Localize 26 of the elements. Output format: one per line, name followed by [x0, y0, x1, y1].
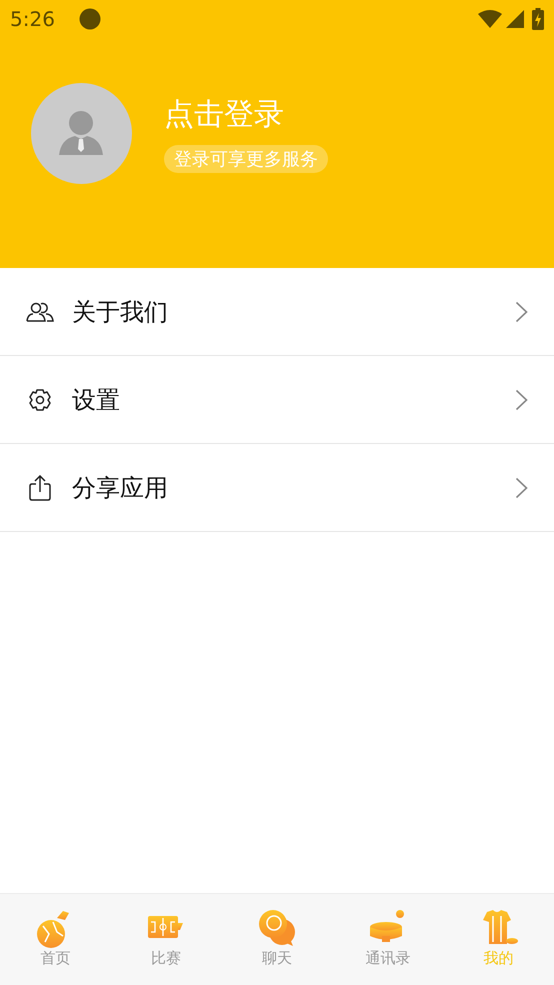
tab-label[interactable]: 比赛 — [151, 948, 182, 968]
chevron-right-icon — [515, 388, 528, 410]
login-title[interactable]: 点击登录 — [164, 94, 284, 134]
menu-label: 设置 — [72, 384, 121, 416]
status-time: 5:26 — [10, 7, 55, 31]
people-icon — [26, 300, 54, 322]
signal-icon — [506, 10, 524, 28]
wifi-icon — [478, 10, 502, 28]
chat-bubble-icon[interactable] — [256, 908, 297, 948]
notification-dot-icon — [78, 8, 101, 30]
tab-label[interactable]: 通讯录 — [365, 948, 410, 968]
tab-label[interactable]: 首页 — [40, 948, 70, 968]
menu-item[interactable]: 关于我们 — [0, 268, 554, 356]
tab-label[interactable]: 我的 — [484, 948, 514, 968]
menu-label: 分享应用 — [72, 472, 169, 504]
tab-label[interactable]: 聊天 — [262, 948, 292, 968]
share-icon — [29, 474, 51, 500]
avatar-icon[interactable] — [31, 82, 132, 184]
chevron-right-icon — [515, 476, 528, 498]
login-hint-badge: 登录可享更多服务 — [164, 144, 328, 172]
chevron-right-icon — [515, 300, 528, 322]
menu-item[interactable]: 分享应用 — [0, 444, 554, 532]
menu-item[interactable]: 设置 — [0, 356, 554, 444]
settings-icon — [28, 388, 52, 412]
battery-charging-icon — [532, 8, 544, 30]
menu-label: 关于我们 — [72, 296, 169, 328]
